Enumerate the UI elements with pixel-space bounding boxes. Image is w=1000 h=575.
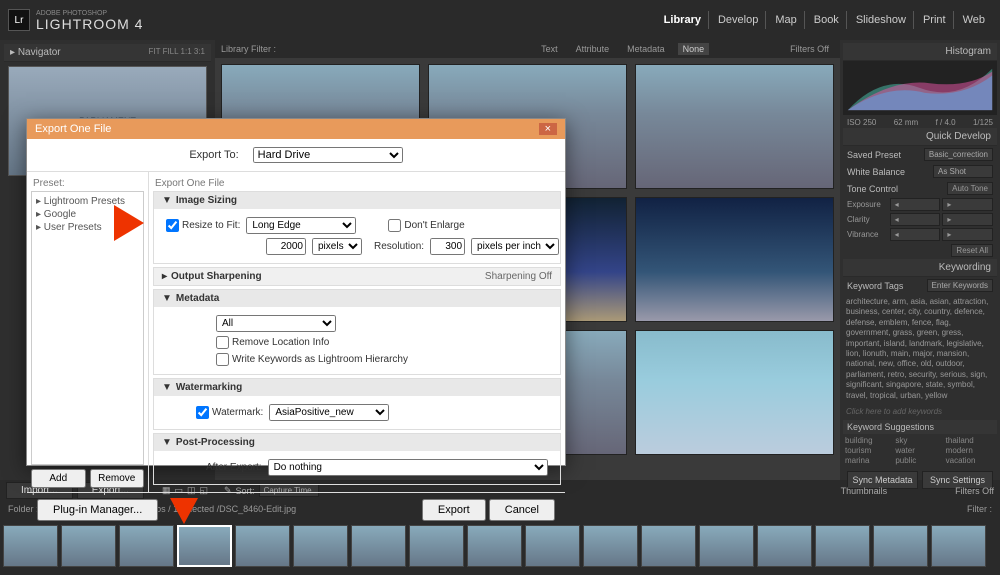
keyword-list[interactable]: architecture, arm, asia, asian, attracti… <box>843 294 997 404</box>
grid-thumb[interactable] <box>635 64 834 189</box>
module-print[interactable]: Print <box>916 11 954 29</box>
quick-develop-header[interactable]: Quick Develop <box>843 128 997 146</box>
module-develop[interactable]: Develop <box>711 11 766 29</box>
filter-text[interactable]: Text <box>536 43 563 55</box>
filmstrip-thumb[interactable] <box>235 525 290 567</box>
filter-attribute[interactable]: Attribute <box>571 43 615 55</box>
export-dialog: Export One File × Export To: Hard Drive … <box>26 118 566 466</box>
size-value-input[interactable] <box>266 238 306 255</box>
app-header: Lr ADOBE PHOTOSHOP LIGHTROOM 4 Library D… <box>0 0 1000 40</box>
filmstrip-thumb[interactable] <box>931 525 986 567</box>
add-preset-button[interactable]: Add <box>31 469 86 488</box>
exposure-dec[interactable]: ◂ <box>890 198 941 211</box>
dialog-titlebar[interactable]: Export One File × <box>27 119 565 139</box>
watermark-select[interactable]: AsiaPositive_new <box>269 404 389 421</box>
filmstrip-thumb[interactable] <box>873 525 928 567</box>
histogram-display <box>843 61 997 115</box>
cancel-button[interactable]: Cancel <box>489 499 555 521</box>
module-map[interactable]: Map <box>768 11 804 29</box>
exposure-inc[interactable]: ▸ <box>942 198 993 211</box>
export-to-select[interactable]: Hard Drive <box>253 147 403 163</box>
close-icon[interactable]: × <box>539 123 557 135</box>
filters-off-toggle[interactable]: Filters Off <box>955 486 994 496</box>
filmstrip-thumb[interactable] <box>409 525 464 567</box>
white-balance-dd[interactable]: As Shot <box>933 165 993 178</box>
resize-mode-select[interactable]: Long Edge <box>246 217 356 234</box>
remove-location-checkbox[interactable] <box>216 336 229 349</box>
annotation-arrow-icon <box>170 498 198 538</box>
saved-preset-dd[interactable]: Basic_correction <box>924 148 993 161</box>
filmstrip-thumb[interactable] <box>699 525 754 567</box>
filter-none[interactable]: None <box>678 43 710 55</box>
module-book[interactable]: Book <box>807 11 847 29</box>
keywording-header[interactable]: Keywording <box>843 259 997 277</box>
right-panel: Histogram ISO 25062 mmf / 4.01/125 Quick… <box>840 40 1000 480</box>
export-to-label: Export To: <box>189 149 238 161</box>
filmstrip-thumb[interactable] <box>757 525 812 567</box>
add-keywords-hint[interactable]: Click here to add keywords <box>843 404 997 420</box>
module-web[interactable]: Web <box>956 11 992 29</box>
section-watermarking[interactable]: ▼ Watermarking <box>154 379 560 396</box>
histogram-header[interactable]: Histogram <box>843 43 997 61</box>
resize-to-fit-checkbox[interactable] <box>166 219 179 232</box>
lightroom-icon: Lr <box>8 9 30 31</box>
histogram-meta: ISO 25062 mmf / 4.01/125 <box>843 117 997 128</box>
filmstrip-thumb[interactable] <box>467 525 522 567</box>
filmstrip-thumb[interactable] <box>3 525 58 567</box>
keyword-tags-dd[interactable]: Enter Keywords <box>927 279 993 292</box>
app-logo: Lr ADOBE PHOTOSHOP LIGHTROOM 4 <box>8 9 143 31</box>
module-slideshow[interactable]: Slideshow <box>849 11 914 29</box>
section-post-processing[interactable]: ▼ Post-Processing <box>154 434 560 451</box>
section-metadata[interactable]: ▼ Metadata <box>154 290 560 307</box>
library-filter-label: Library Filter : <box>221 44 276 54</box>
module-library[interactable]: Library <box>657 11 709 29</box>
dont-enlarge-checkbox[interactable] <box>388 219 401 232</box>
plugin-manager-button[interactable]: Plug-in Manager... <box>37 499 158 521</box>
write-keywords-checkbox[interactable] <box>216 353 229 366</box>
library-filter-bar: Library Filter : Text Attribute Metadata… <box>215 40 840 58</box>
filmstrip-thumb[interactable] <box>815 525 870 567</box>
metadata-scope-select[interactable]: All <box>216 315 336 332</box>
module-picker: Library Develop Map Book Slideshow Print… <box>657 11 992 29</box>
after-export-select[interactable]: Do nothing <box>268 459 548 476</box>
reset-all-button[interactable]: Reset All <box>951 244 993 257</box>
filmstrip-thumb[interactable] <box>293 525 348 567</box>
export-confirm-button[interactable]: Export <box>422 499 486 521</box>
annotation-arrow-icon <box>114 205 162 241</box>
keyword-suggestions: buildingskythailand tourismwatermodern m… <box>843 434 997 467</box>
section-sharpening[interactable]: ▸ Output SharpeningSharpening Off <box>154 268 560 285</box>
filmstrip-thumb[interactable] <box>583 525 638 567</box>
section-image-sizing[interactable]: ▼ Image Sizing <box>154 192 560 209</box>
filmstrip-thumb[interactable] <box>119 525 174 567</box>
remove-preset-button[interactable]: Remove <box>90 469 145 488</box>
resolution-unit-select[interactable]: pixels per inch <box>471 238 559 255</box>
resolution-input[interactable] <box>430 238 465 255</box>
grid-thumb[interactable] <box>635 197 834 322</box>
filter-metadata[interactable]: Metadata <box>622 43 670 55</box>
app-title: LIGHTROOM 4 <box>36 17 143 31</box>
filmstrip-thumb[interactable] <box>641 525 696 567</box>
size-unit-select[interactable]: pixels <box>312 238 362 255</box>
auto-tone-button[interactable]: Auto Tone <box>947 182 993 195</box>
filmstrip-thumb[interactable] <box>525 525 580 567</box>
filters-off[interactable]: Filters Off <box>785 43 834 55</box>
filmstrip-thumb[interactable] <box>351 525 406 567</box>
navigator-header[interactable]: ▸ Navigator FIT FILL 1:1 3:1 <box>4 44 211 62</box>
watermark-checkbox[interactable] <box>196 406 209 419</box>
grid-thumb[interactable] <box>635 330 834 455</box>
filmstrip-thumb[interactable] <box>61 525 116 567</box>
